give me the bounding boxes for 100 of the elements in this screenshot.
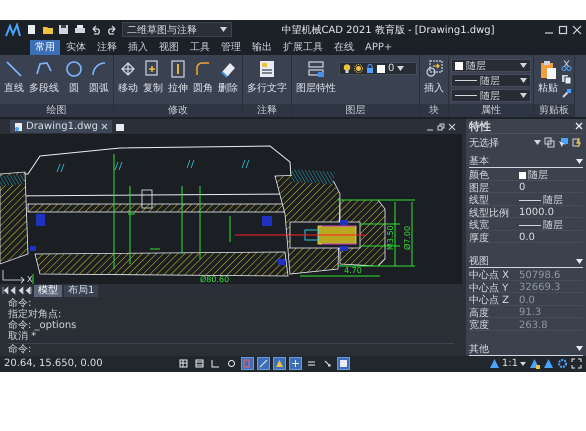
layout-tab[interactable]: 模型	[34, 284, 62, 296]
status-toggle-button[interactable]	[177, 357, 190, 370]
annotation-scale-dropdown[interactable]: 1:1	[502, 358, 518, 369]
ribbon-tool-button[interactable]: 多段线	[27, 58, 61, 96]
caret-icon	[220, 27, 227, 32]
arrow-icon	[324, 360, 330, 366]
close-icon[interactable]	[448, 123, 456, 130]
property-value[interactable]: 1000.0	[519, 207, 583, 218]
ribbon-tool-button[interactable]: 多行文字	[245, 58, 289, 96]
ribbon-tool-button[interactable]: 插入	[422, 58, 446, 96]
ribbon-tab[interactable]: 输出	[247, 40, 277, 55]
crosshair-icon	[292, 360, 300, 368]
polyline-icon	[36, 62, 52, 74]
layer-dropdown[interactable]: 0	[339, 62, 417, 75]
redo-icon[interactable]	[108, 25, 116, 35]
lock-icon	[367, 64, 373, 73]
ribbon-tool-button[interactable]: 删除	[216, 58, 240, 96]
collapse-arrow-icon[interactable]	[576, 258, 583, 264]
close-icon[interactable]	[102, 124, 108, 130]
collapse-arrow-icon[interactable]	[576, 158, 583, 164]
ribbon-tab[interactable]: 在线	[329, 40, 359, 55]
maximize-icon[interactable]	[558, 25, 568, 34]
status-toggle-button[interactable]	[225, 357, 238, 370]
ribbon-tool-button[interactable]: 拉伸	[166, 58, 190, 96]
close-icon[interactable]	[572, 24, 582, 34]
print-icon[interactable]	[75, 25, 85, 33]
ribbon-tab[interactable]: 常用	[30, 40, 60, 55]
property-dropdown[interactable]: 随层	[451, 89, 531, 102]
ribbon-tab[interactable]: 实体	[61, 40, 91, 55]
status-toggle-button[interactable]	[337, 357, 350, 370]
ribbon-tool-button[interactable]: 圆弧	[87, 58, 111, 96]
property-value[interactable]: 随层	[519, 193, 583, 207]
selection-dropdown[interactable]: 无选择	[469, 136, 531, 150]
gear-icon[interactable]	[558, 359, 567, 368]
workspace-dropdown[interactable]: 二维草图与注释	[122, 22, 232, 37]
right-angle-icon	[212, 360, 220, 368]
property-label: 高度	[469, 306, 490, 320]
status-toggle-button[interactable]	[193, 357, 206, 370]
status-toggle-button[interactable]	[209, 357, 222, 370]
caret-icon	[397, 66, 404, 71]
ribbon-tab[interactable]: 扩展工具	[278, 40, 328, 55]
ribbon-tab[interactable]: 管理	[216, 40, 246, 55]
circle-icon	[228, 360, 235, 367]
scissors-icon[interactable]	[562, 60, 572, 71]
layout-tab[interactable]: 布局1	[64, 284, 98, 296]
ribbon-tool-button[interactable]: 复制	[141, 58, 165, 96]
ribbon-tool-button[interactable]: 图层特性	[294, 58, 338, 96]
caret-icon[interactable]	[534, 140, 541, 145]
status-toggle-button[interactable]	[257, 357, 270, 370]
property-dropdown[interactable]: 随层	[451, 59, 531, 72]
minimize-icon[interactable]	[545, 32, 553, 34]
grid-icon	[180, 360, 188, 368]
copy-icon[interactable]	[562, 75, 572, 84]
ribbon-tool-button[interactable]: 移动	[116, 58, 140, 96]
minimize-icon[interactable]	[426, 129, 434, 130]
property-value[interactable]: 0.0	[519, 232, 583, 243]
property-value: 263.8	[519, 320, 549, 330]
panel-title: 绘图	[0, 104, 113, 117]
folder-icon[interactable]	[43, 27, 53, 34]
caret-icon[interactable]	[520, 362, 526, 366]
drawing-file-icon	[15, 122, 22, 130]
dimension-text: 4.70	[344, 266, 362, 275]
status-toggle-button[interactable]	[273, 357, 286, 370]
property-value: 32669.3	[519, 282, 562, 293]
new-tab-icon[interactable]	[116, 124, 124, 130]
property-dropdown[interactable]: 随层	[451, 74, 531, 87]
command-history-line: 命令:	[8, 298, 32, 309]
ribbon-tool-button[interactable]: 直线	[2, 58, 26, 96]
tab-navigation-icon[interactable]	[2, 286, 32, 295]
caret-icon	[520, 93, 527, 98]
property-value[interactable]: 0	[519, 182, 583, 193]
save-icon[interactable]	[59, 25, 68, 34]
ribbon-tab[interactable]: 注释	[92, 40, 122, 55]
close-icon[interactable]	[575, 122, 583, 130]
ribbon-tool-button[interactable]: 圆	[62, 58, 86, 96]
select-objects-icon[interactable]	[559, 138, 568, 147]
eraser-icon	[221, 63, 235, 78]
ribbon-tab[interactable]: APP+	[360, 40, 398, 55]
status-toggle-button[interactable]	[289, 357, 302, 370]
property-value[interactable]: 随层	[519, 168, 583, 182]
brush-icon[interactable]	[562, 89, 571, 98]
collapse-arrow-icon[interactable]	[576, 346, 583, 351]
property-label: 线型比例	[469, 206, 510, 220]
property-value[interactable]: 随层	[519, 218, 583, 232]
command-prompt[interactable]: 命令:	[8, 342, 454, 354]
undo-icon[interactable]	[92, 25, 100, 35]
restore-icon[interactable]	[438, 123, 444, 130]
window-title: 中望机械CAD 2021 教育版 - [Drawing1.dwg]	[280, 24, 496, 36]
ribbon-tool-button[interactable]: 粘贴	[536, 58, 560, 96]
property-value: 91.3	[519, 307, 542, 318]
document-tab[interactable]: Drawing1.dwg	[10, 120, 112, 133]
ribbon-tab[interactable]: 工具	[185, 40, 215, 55]
color-swatch	[377, 64, 385, 72]
ribbon-tool-button[interactable]: 圆角	[191, 58, 215, 96]
status-toggle-button[interactable]	[241, 357, 254, 370]
ribbon-tab[interactable]: 视图	[154, 40, 184, 55]
fullscreen-icon[interactable]	[572, 358, 582, 368]
property-label: 中心点 X	[469, 268, 510, 282]
caret-icon	[520, 78, 527, 83]
ribbon-tab[interactable]: 插入	[123, 40, 153, 55]
